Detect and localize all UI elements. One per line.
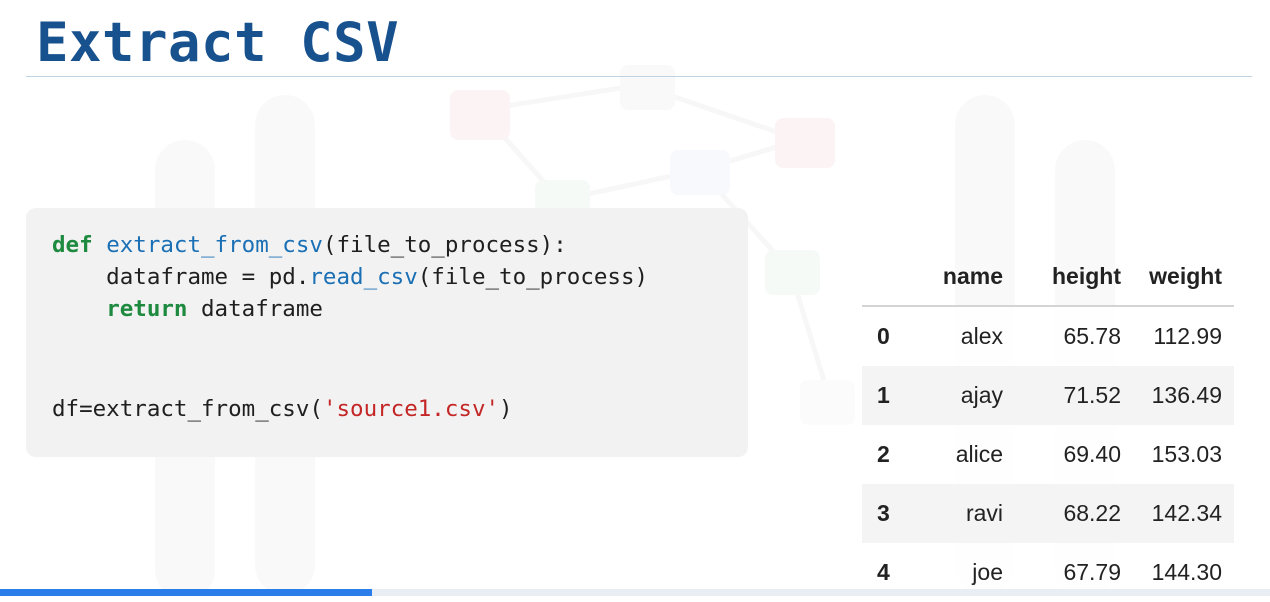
cell-weight: 142.34	[1151, 500, 1222, 526]
code-line-def: def extract_from_csv(file_to_process):	[52, 230, 567, 260]
column-header-name: name	[911, 248, 1015, 307]
cell-height: 71.52	[1063, 382, 1121, 408]
row-index: 3	[877, 500, 890, 526]
function-name: extract_from_csv	[106, 232, 323, 258]
call-close: )	[499, 396, 513, 422]
cell-height: 68.22	[1063, 500, 1121, 526]
column-header-height: height	[1015, 248, 1133, 307]
cell-name: alex	[960, 323, 1003, 349]
row-index: 0	[877, 323, 890, 349]
column-header-weight: weight	[1133, 248, 1234, 307]
table-row: 1 ajay 71.52 136.49	[862, 366, 1234, 425]
dataframe-table: name height weight 0 alex 65.78 112.99 1…	[862, 248, 1234, 602]
row-index: 2	[877, 441, 890, 467]
title-divider	[26, 76, 1252, 77]
cell-height: 65.78	[1063, 323, 1121, 349]
keyword-def: def	[52, 232, 93, 258]
video-progress-fill	[0, 589, 373, 596]
cell-weight: 112.99	[1153, 323, 1222, 349]
slide-title: Extract CSV	[36, 11, 400, 74]
row-index: 1	[877, 382, 890, 408]
call-text: df=extract_from_csv(	[52, 396, 323, 422]
method-name: read_csv	[309, 264, 418, 290]
table-header-row: name height weight	[862, 248, 1234, 307]
code-line-call: df=extract_from_csv('source1.csv')	[52, 394, 513, 424]
keyword-return: return	[106, 296, 188, 322]
cell-weight: 153.03	[1151, 441, 1222, 467]
table-row: 2 alice 69.40 153.03	[862, 425, 1234, 484]
string-literal: 'source1.csv'	[322, 396, 500, 422]
code-line-return: return dataframe	[52, 294, 323, 324]
cell-weight: 136.49	[1151, 382, 1222, 408]
video-progress-bar[interactable]	[0, 589, 1270, 596]
code-block: def extract_from_csv(file_to_process): d…	[26, 208, 748, 457]
method-args: (file_to_process)	[417, 264, 649, 290]
code-line-read: dataframe = pd.read_csv(file_to_process)	[52, 262, 648, 292]
table-row: 0 alex 65.78 112.99	[862, 306, 1234, 366]
function-params: (file_to_process):	[322, 232, 567, 258]
index-header	[862, 248, 911, 307]
return-value: dataframe	[187, 296, 323, 322]
table-row: 3 ravi 68.22 142.34	[862, 484, 1234, 543]
assignment-text: dataframe = pd.	[52, 264, 310, 290]
cell-name: ajay	[960, 382, 1003, 408]
cell-name: ravi	[965, 500, 1003, 526]
cell-height: 69.40	[1063, 441, 1121, 467]
cell-name: alice	[955, 441, 1003, 467]
